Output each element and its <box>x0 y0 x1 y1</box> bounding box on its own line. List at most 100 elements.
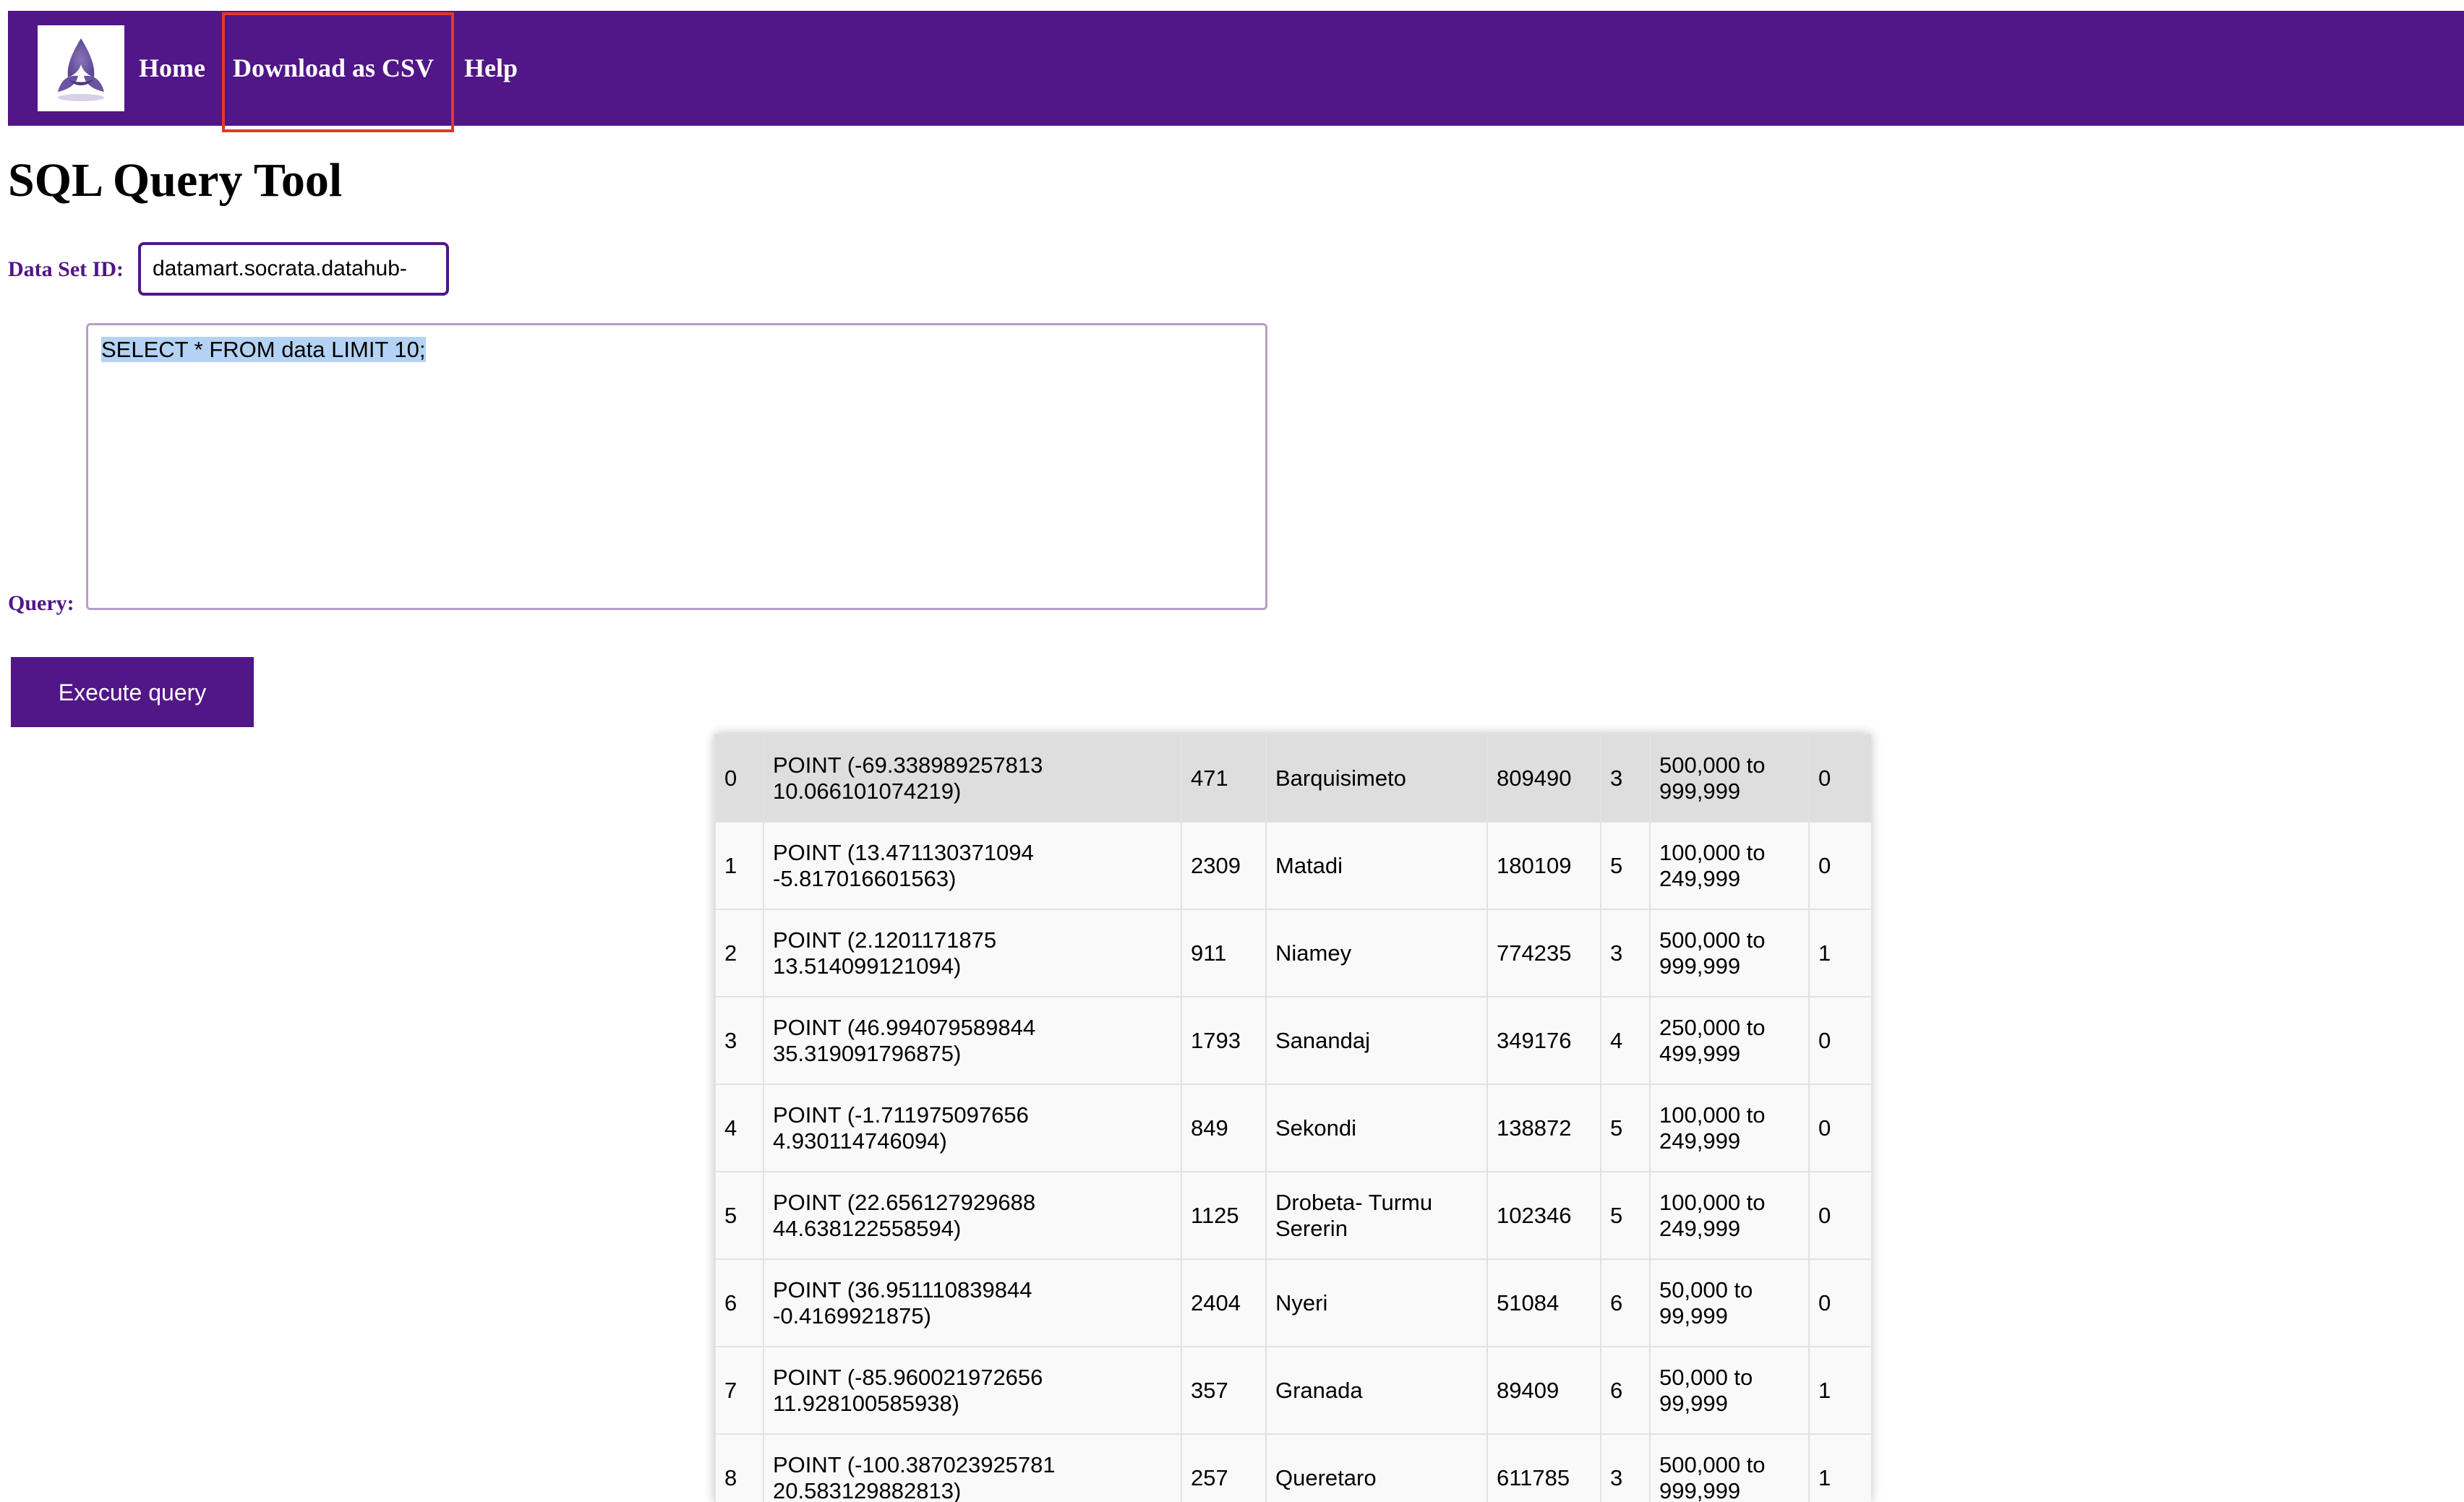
cell-class-text: 5 <box>1610 1202 1623 1228</box>
cell-index-text: 1 <box>724 852 737 878</box>
logo[interactable] <box>38 25 124 111</box>
cell-id: 849 <box>1181 1083 1267 1172</box>
cell-class-text: 6 <box>1610 1289 1623 1316</box>
cell-city: Queretaro <box>1265 1433 1488 1502</box>
cell-geometry: POINT (2.1201171875 13.514099121094) <box>763 909 1182 997</box>
cell-population-range: 100,000 to 249,999 <box>1649 821 1810 910</box>
dataset-id-label: Data Set ID: <box>8 257 124 281</box>
cell-index: 8 <box>714 1433 764 1502</box>
cell-geometry-text: 44.638122558594) <box>773 1215 962 1241</box>
cell-city: Sekondi <box>1265 1083 1488 1172</box>
cell-population: 349176 <box>1486 996 1601 1085</box>
cell-flag-text: 0 <box>1818 852 1831 878</box>
cell-population: 809490 <box>1486 734 1601 823</box>
cell-flag: 0 <box>1808 821 1871 910</box>
cell-geometry-text: 35.319091796875) <box>773 1040 962 1066</box>
cell-population-range-text: 999,999 <box>1659 778 1741 804</box>
cell-population-range: 500,000 to 999,999 <box>1649 1433 1810 1502</box>
cell-population-range-text: 500,000 to <box>1659 752 1766 778</box>
cell-id-text: 2404 <box>1191 1289 1241 1316</box>
cell-city-text: Queretaro <box>1275 1464 1377 1490</box>
cell-city-text: Barquisimeto <box>1275 765 1406 791</box>
query-textarea[interactable]: SELECT * FROM data LIMIT 10; <box>86 323 1267 610</box>
cell-index: 3 <box>714 996 764 1085</box>
cell-population-text: 138872 <box>1497 1115 1572 1141</box>
cell-class-text: 3 <box>1610 765 1623 791</box>
cell-geometry-text: POINT (-1.711975097656 <box>773 1102 1029 1128</box>
cell-index-text: 4 <box>724 1115 737 1141</box>
cell-geometry-text: -0.4169921875) <box>773 1303 931 1329</box>
table-row: 2 POINT (2.1201171875 13.514099121094) 911 N… <box>714 909 1871 997</box>
cell-class: 4 <box>1600 996 1651 1085</box>
cell-geometry-text: -5.817016601563) <box>773 865 957 891</box>
dataset-id-input[interactable] <box>138 242 449 296</box>
cell-population-range: 250,000 to 499,999 <box>1649 996 1810 1085</box>
cell-population-range-text: 249,999 <box>1659 1128 1741 1154</box>
cell-geometry-text: 4.930114746094) <box>773 1128 947 1154</box>
table-row: 0 POINT (-69.338989257813 10.066101074219)… <box>714 734 1871 823</box>
cell-population-range: 100,000 to 249,999 <box>1649 1171 1810 1260</box>
cell-city: Granada <box>1265 1346 1488 1435</box>
cell-index: 2 <box>714 909 764 997</box>
cell-population-range-text: 999,999 <box>1659 1477 1741 1502</box>
cell-id-text: 2309 <box>1191 852 1241 878</box>
cell-index-text: 3 <box>724 1027 737 1053</box>
cell-population-range-text: 249,999 <box>1659 1215 1741 1241</box>
cell-id-text: 471 <box>1191 765 1228 791</box>
cell-id: 357 <box>1181 1346 1267 1435</box>
cell-id: 2309 <box>1181 821 1267 910</box>
execute-query-button[interactable]: Execute query <box>11 657 254 727</box>
cell-population-range: 500,000 to 999,999 <box>1649 734 1810 823</box>
cell-id-text: 911 <box>1191 940 1227 966</box>
cell-population-range-text: 100,000 to <box>1659 1189 1766 1215</box>
cell-geometry-text: POINT (22.656127929688 <box>773 1189 1036 1215</box>
cell-flag: 1 <box>1808 909 1871 997</box>
nav-help-link[interactable]: Help <box>464 11 518 126</box>
cell-population-text: 611785 <box>1497 1464 1570 1490</box>
cell-flag-text: 0 <box>1818 1289 1831 1316</box>
cell-population-range-text: 999,999 <box>1659 953 1741 979</box>
cell-id: 1793 <box>1181 996 1267 1085</box>
cell-geometry: POINT (-69.338989257813 10.066101074219) <box>763 734 1182 823</box>
cell-population: 102346 <box>1486 1171 1601 1260</box>
cell-city: Drobeta- Turmu Sererin <box>1265 1171 1488 1260</box>
cell-geometry-text: 20.583129882813) <box>773 1477 962 1502</box>
cell-class: 3 <box>1600 1433 1651 1502</box>
cell-population-range-text: 50,000 to <box>1659 1364 1753 1390</box>
cell-geometry-text: POINT (46.994079589844 <box>773 1014 1036 1040</box>
cell-city-text: Nyeri <box>1275 1289 1328 1316</box>
cell-id: 2404 <box>1181 1258 1267 1347</box>
cell-city: Niamey <box>1265 909 1488 997</box>
cell-index: 1 <box>714 821 764 910</box>
cell-index-text: 0 <box>724 765 737 791</box>
cell-population-text: 349176 <box>1497 1027 1572 1053</box>
trefoil-logo-icon <box>58 38 104 101</box>
table-row: 3 POINT (46.994079589844 35.319091796875) 1… <box>714 996 1871 1085</box>
cell-geometry-text: POINT (36.951110839844 <box>773 1276 1032 1303</box>
cell-flag: 0 <box>1808 996 1871 1085</box>
cell-id: 1125 <box>1181 1171 1267 1260</box>
cell-population-text: 180109 <box>1497 852 1572 878</box>
cell-population: 138872 <box>1486 1083 1601 1172</box>
table-row: 4 POINT (-1.711975097656 4.930114746094) 84… <box>714 1083 1871 1172</box>
cell-class-text: 6 <box>1610 1377 1623 1403</box>
cell-population-range-text: 50,000 to <box>1659 1276 1753 1303</box>
cell-class-text: 5 <box>1610 852 1623 878</box>
cell-population: 180109 <box>1486 821 1601 910</box>
cell-population-range-text: 500,000 to <box>1659 927 1766 953</box>
cell-id-text: 1125 <box>1191 1202 1239 1228</box>
cell-geometry: POINT (13.471130371094 -5.817016601563) <box>763 821 1182 910</box>
cell-id-text: 849 <box>1191 1115 1228 1141</box>
nav-home-link[interactable]: Home <box>139 11 205 126</box>
cell-population-text: 89409 <box>1497 1377 1560 1403</box>
cell-population-range: 100,000 to 249,999 <box>1649 1083 1810 1172</box>
cell-class: 3 <box>1600 909 1651 997</box>
cell-id-text: 1793 <box>1191 1027 1241 1053</box>
cell-flag: 0 <box>1808 1171 1871 1260</box>
cell-city: Matadi <box>1265 821 1488 910</box>
cell-city: Barquisimeto <box>1265 734 1488 823</box>
cell-population-range: 500,000 to 999,999 <box>1649 909 1810 997</box>
cell-population-range-text: 500,000 to <box>1659 1451 1766 1477</box>
cell-class: 6 <box>1600 1346 1651 1435</box>
cell-city-text: Sanandaj <box>1275 1027 1371 1053</box>
